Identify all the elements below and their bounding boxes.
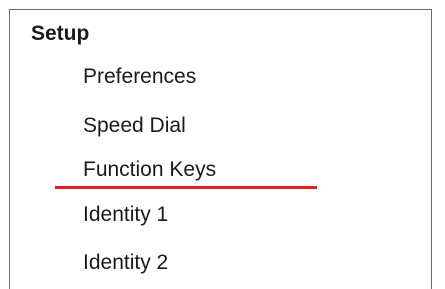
setup-panel [9, 9, 432, 289]
menu-item-preferences[interactable]: Preferences [83, 64, 196, 90]
menu-item-identity-2[interactable]: Identity 2 [83, 250, 168, 276]
menu-item-function-keys[interactable]: Function Keys [83, 157, 216, 183]
setup-heading: Setup [31, 22, 90, 45]
menu-item-speed-dial[interactable]: Speed Dial [83, 113, 186, 139]
menu-item-identity-1[interactable]: Identity 1 [83, 202, 168, 228]
highlight-underline [55, 186, 317, 189]
